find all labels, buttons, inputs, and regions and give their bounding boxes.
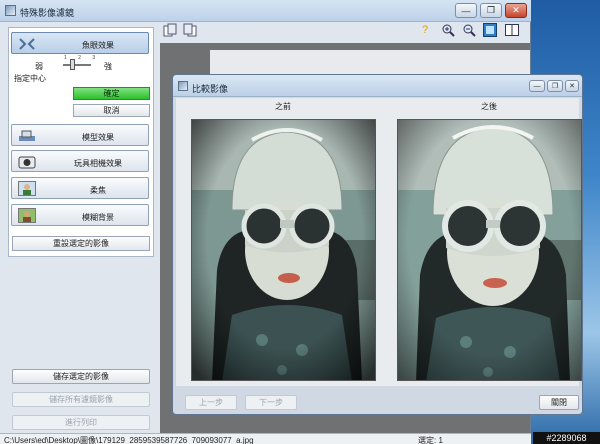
blur-background-icon: [18, 208, 36, 223]
miniature-label: 模型效果: [82, 133, 114, 142]
soft-focus-icon: [18, 181, 36, 196]
close-dialog-button[interactable]: 關閉: [539, 395, 579, 410]
after-image: [397, 119, 582, 381]
save-all-button[interactable]: 儲存所有濾鏡影像: [12, 392, 150, 407]
strength-slider-track[interactable]: [63, 64, 91, 66]
dialog-app-icon: [178, 81, 188, 91]
soft-focus-label: 柔焦: [90, 186, 106, 195]
window-title: 特殊影像濾鏡: [20, 8, 75, 18]
help-icon[interactable]: ?: [418, 23, 432, 37]
dialog-minimize-button[interactable]: —: [529, 80, 545, 92]
compare-dialog-body: 之前 之後: [176, 98, 582, 386]
strength-low-label: 弱: [35, 62, 43, 71]
zoom-out-icon[interactable]: [462, 23, 476, 37]
compare-dialog-titlebar[interactable]: 比較影像 — ❐ ✕: [173, 75, 582, 97]
miniature-button[interactable]: 模型效果: [11, 124, 149, 146]
main-titlebar[interactable]: 特殊影像濾鏡 — ❐ ✕: [0, 0, 531, 22]
strength-slider-thumb[interactable]: [70, 59, 75, 70]
previous-button[interactable]: 上一步: [185, 395, 237, 410]
undo-icon[interactable]: [163, 23, 177, 37]
confirm-button[interactable]: 確定: [73, 87, 150, 100]
restore-button[interactable]: ❐: [480, 3, 502, 18]
compare-dialog-title: 比較影像: [192, 84, 229, 94]
watermark: #2289068: [533, 432, 600, 444]
zoom-in-icon[interactable]: [441, 23, 455, 37]
miniature-icon: [18, 128, 36, 143]
fisheye-button[interactable]: 魚眼效果: [11, 32, 149, 54]
minimize-button[interactable]: —: [455, 3, 477, 18]
soft-focus-button[interactable]: 柔焦: [11, 177, 149, 199]
file-path: C:\Users\ed\Desktop\圖像\179129_2859539587…: [4, 436, 254, 444]
print-button[interactable]: 進行列印: [12, 415, 150, 430]
toy-camera-label: 玩具相機效果: [74, 159, 122, 168]
toy-camera-icon: [18, 154, 36, 169]
dialog-restore-button[interactable]: ❐: [547, 80, 563, 92]
blur-background-button[interactable]: 模糊背景: [11, 204, 149, 226]
before-label: 之前: [275, 102, 291, 111]
save-selected-button[interactable]: 儲存選定的影像: [12, 369, 150, 384]
set-center-label: 指定中心: [14, 74, 46, 83]
redo-icon[interactable]: [183, 23, 197, 37]
app-icon: [5, 5, 16, 16]
selected-count: 選定: 1: [418, 436, 443, 444]
image-preview-strip: [210, 50, 530, 74]
after-label: 之後: [481, 102, 497, 111]
next-button[interactable]: 下一步: [245, 395, 297, 410]
fit-view-icon[interactable]: [483, 23, 497, 37]
dialog-close-icon[interactable]: ✕: [565, 80, 579, 92]
close-button[interactable]: ✕: [505, 3, 527, 18]
cancel-button[interactable]: 取消: [73, 104, 150, 117]
reset-selected-button[interactable]: 重設選定的影像: [12, 236, 150, 251]
before-image: [191, 119, 376, 381]
compare-view-icon[interactable]: [505, 23, 519, 37]
compare-dialog: 比較影像 — ❐ ✕ 之前 之後 上一步 下一步 關閉: [172, 74, 583, 415]
strength-high-label: 強: [104, 62, 112, 71]
status-bar: C:\Users\ed\Desktop\圖像\179129_2859539587…: [0, 433, 531, 444]
fisheye-label: 魚眼效果: [82, 41, 114, 50]
fisheye-icon: [18, 36, 36, 51]
blur-background-label: 模糊背景: [82, 213, 114, 222]
toy-camera-button[interactable]: 玩具相機效果: [11, 150, 149, 172]
